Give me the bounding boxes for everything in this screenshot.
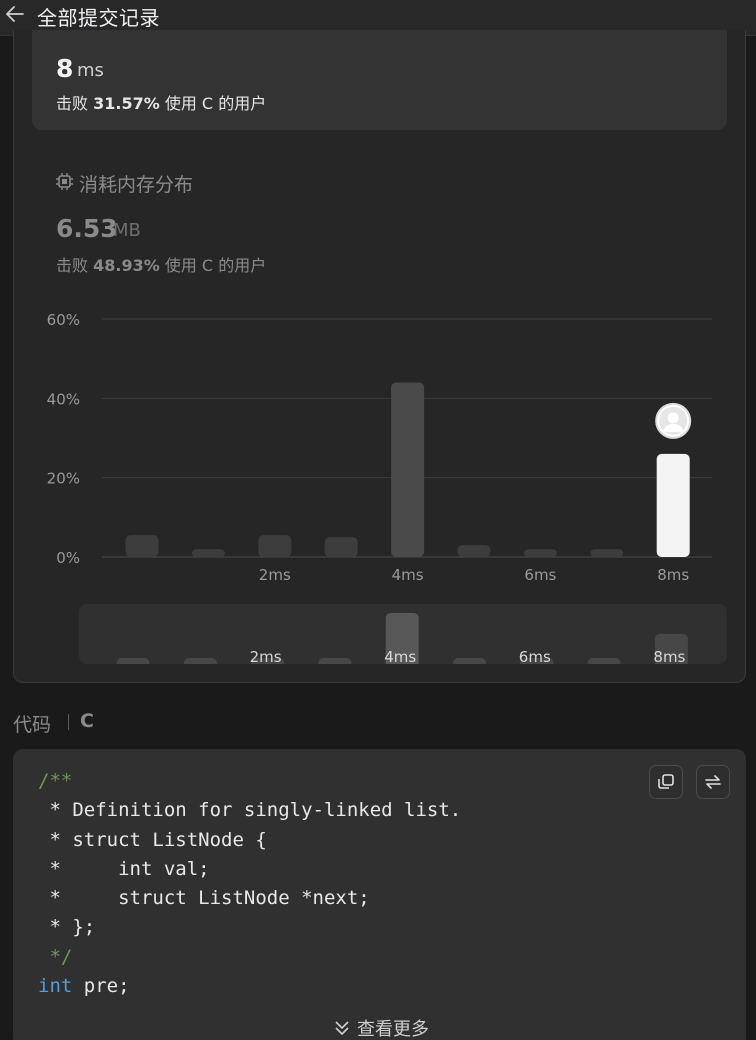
swap-button[interactable] [696, 765, 730, 799]
overview-bar [318, 658, 352, 664]
x-tick-label: 2ms [259, 566, 291, 584]
memory-unit: MB [113, 220, 141, 241]
code-line: * struct ListNode *next; [38, 884, 461, 913]
code-token: * struct ListNode { [38, 828, 267, 851]
y-tick-label: 60% [47, 311, 80, 329]
x-tick-label: 8ms [657, 566, 689, 584]
show-more-button[interactable]: 查看更多 [333, 1015, 429, 1040]
x-tick-label: 4ms [392, 566, 424, 584]
x-tick-label: 6ms [524, 566, 556, 584]
memory-value: 6.53 [56, 214, 118, 243]
code-line: * Definition for singly-linked list. [38, 796, 461, 825]
overview-bar [183, 658, 217, 664]
code-line: int pre; [38, 972, 461, 1001]
memory-beat-text: 击败 48.93% 使用 C 的用户 [56, 252, 266, 276]
show-more-label: 查看更多 [357, 1019, 429, 1040]
double-chevron-down-icon [335, 1021, 349, 1035]
memory-beat-percent: 48.93% [93, 256, 160, 275]
chip-icon [56, 173, 73, 190]
bar[interactable] [324, 537, 358, 557]
overview-tick-label: 2ms [250, 648, 282, 664]
y-tick-label: 40% [47, 390, 80, 408]
swap-icon [705, 775, 721, 789]
code-line: * struct ListNode { [38, 826, 461, 855]
y-tick-label: 20% [47, 470, 80, 488]
overview-bar [587, 658, 621, 664]
bar[interactable] [391, 382, 425, 557]
page-title: 全部提交记录 [37, 6, 160, 30]
avatar-icon [655, 402, 692, 439]
code-section-label: 代码 [13, 714, 52, 736]
arrow-left-icon[interactable] [4, 4, 26, 24]
code-token: * }; [38, 916, 96, 939]
bar[interactable] [191, 549, 225, 557]
bar[interactable] [523, 549, 557, 557]
runtime-beat-text: 击败 31.57% 使用 C 的用户 [56, 90, 266, 114]
y-tick-label: 0% [56, 549, 80, 567]
runtime-unit: ms [77, 60, 104, 81]
memory-beat-prefix: 击败 [56, 256, 89, 275]
code-content: /** * Definition for singly-linked list.… [38, 767, 461, 1001]
code-token: pre; [72, 975, 130, 998]
runtime-beat-suffix: 使用 C 的用户 [164, 94, 267, 113]
code-line: * int val; [38, 855, 461, 884]
copy-icon [658, 774, 674, 789]
code-token: * struct ListNode *next; [38, 887, 370, 910]
code-token: int [38, 975, 73, 998]
bar[interactable] [125, 535, 159, 557]
code-line: */ [38, 943, 461, 972]
bar[interactable] [590, 549, 624, 557]
code-language: C [80, 710, 94, 732]
bar-highlighted[interactable] [656, 453, 690, 557]
code-line: /** [38, 767, 461, 796]
overview-tick-label: 8ms [653, 648, 685, 664]
overview-bar [116, 658, 150, 664]
memory-beat-suffix: 使用 C 的用户 [164, 256, 267, 275]
overview-tick-label: 4ms [384, 648, 416, 664]
code-label-divider [68, 714, 69, 730]
code-token: */ [38, 945, 73, 968]
bar[interactable] [258, 535, 292, 557]
runtime-beat-percent: 31.57% [93, 94, 160, 113]
code-line: * }; [38, 913, 461, 942]
code-block: /** * Definition for singly-linked list.… [13, 749, 746, 1040]
copy-button[interactable] [649, 765, 683, 799]
runtime-beat-prefix: 击败 [56, 94, 89, 113]
overview-tick-label: 6ms [519, 648, 551, 664]
code-token: * int val; [38, 857, 210, 880]
runtime-summary[interactable]: 8 ms 击败 31.57% 使用 C 的用户 [32, 30, 727, 130]
memory-section-title: 消耗内存分布 [79, 174, 194, 196]
bar[interactable] [457, 545, 491, 557]
code-token: * Definition for singly-linked list. [38, 799, 462, 822]
code-token: /** [38, 770, 73, 792]
overview-chart[interactable]: 2ms 4ms 6ms 8ms [79, 604, 727, 664]
distribution-chart: 60% 40% 20% 0% 2ms 4ms 6ms 8ms [47, 311, 712, 584]
overview-bar [453, 658, 486, 664]
runtime-value: 8 [56, 54, 74, 83]
